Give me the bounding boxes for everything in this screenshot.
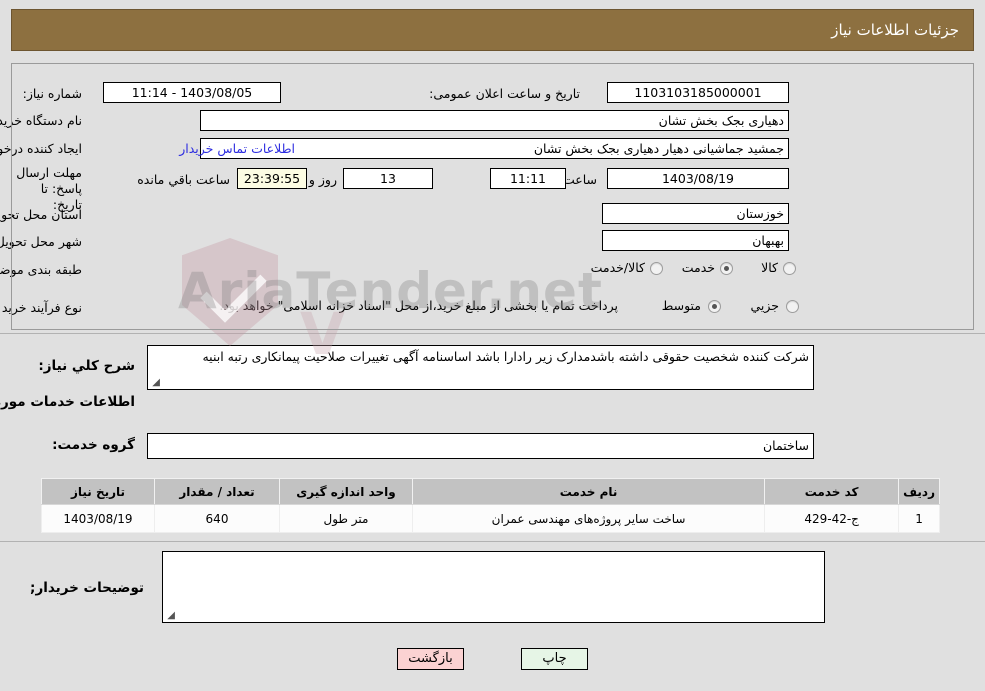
resize-grip-icon-notes[interactable]: ◢ — [165, 611, 175, 621]
page-header-bar: جزئیات اطلاعات نیاز — [11, 9, 974, 51]
service-group-label: گروه خدمت: — [52, 437, 135, 453]
col-quantity: تعداد / مقدار — [154, 478, 280, 505]
services-table: ردیف کد خدمت نام خدمت واحد اندازه گیری ت… — [41, 478, 940, 533]
service-group-value[interactable]: ساختمان — [147, 433, 814, 459]
table-row: 1 ج-42-429 ساخت سایر پروژه‌های مهندسی عم… — [41, 504, 940, 533]
section-divider-top — [0, 333, 985, 334]
need-info-panel — [11, 63, 974, 330]
col-need-date: تاریخ نیاز — [41, 478, 155, 505]
cell-quantity: 640 — [154, 504, 280, 533]
description-textarea[interactable]: شرکت کننده شخصیت حقوقی داشته باشدمدارک ز… — [147, 345, 814, 390]
page-root: V AriaTender.net جزئیات اطلاعات نیاز شما… — [0, 0, 985, 691]
cell-service-code: ج-42-429 — [764, 504, 900, 533]
print-button[interactable]: چاپ — [521, 648, 588, 670]
buyer-notes-label: توضیحات خریدار; — [30, 580, 144, 596]
buyer-notes-textarea[interactable]: ◢ — [162, 551, 825, 623]
section-divider-bottom — [0, 541, 985, 542]
col-unit: واحد اندازه گیری — [279, 478, 413, 505]
page-title: جزئیات اطلاعات نیاز — [831, 21, 959, 39]
services-section-heading: اطلاعات خدمات مورد نیاز — [0, 394, 135, 410]
cell-service-name: ساخت سایر پروژه‌های مهندسی عمران — [411, 504, 766, 533]
resize-grip-icon[interactable]: ◢ — [150, 378, 160, 388]
description-text: شرکت کننده شخصیت حقوقی داشته باشدمدارک ز… — [202, 349, 809, 364]
cell-row-no: 1 — [898, 504, 940, 533]
cell-unit: متر طول — [279, 504, 413, 533]
cell-need-date: 1403/08/19 — [41, 504, 155, 533]
back-button[interactable]: بازگشت — [397, 648, 464, 670]
table-header-row: ردیف کد خدمت نام خدمت واحد اندازه گیری ت… — [41, 478, 940, 505]
col-service-name: نام خدمت — [411, 478, 766, 505]
col-row-no: ردیف — [898, 478, 940, 505]
col-service-code: کد خدمت — [764, 478, 900, 505]
description-label: شرح کلي نياز: — [38, 358, 135, 374]
